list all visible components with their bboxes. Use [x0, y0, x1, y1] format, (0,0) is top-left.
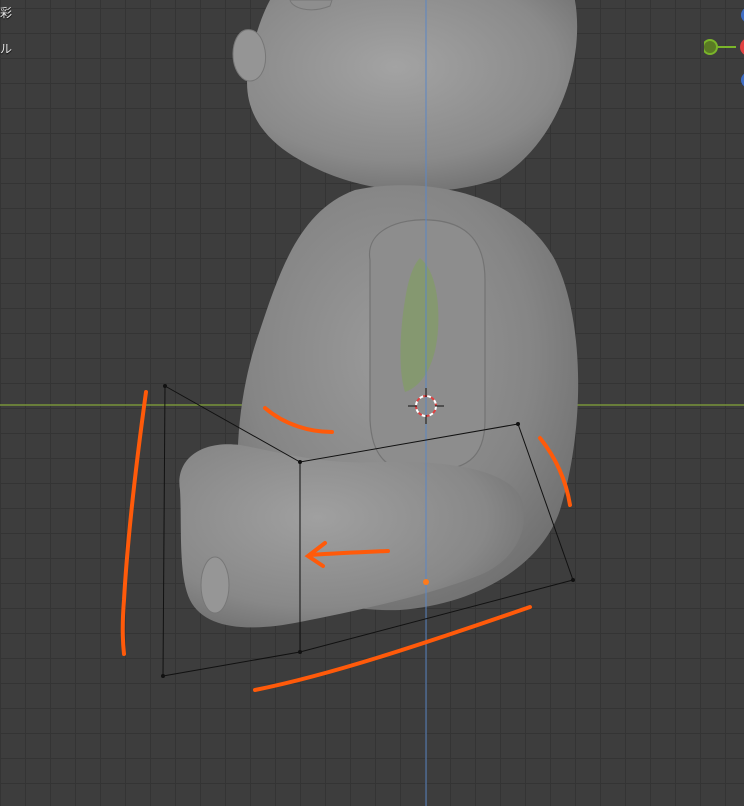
bear-leg: [179, 444, 525, 628]
3d-viewport[interactable]: 彩 ル: [0, 0, 744, 806]
object-origin: [423, 579, 429, 585]
bear-head: [232, 0, 578, 192]
viewport-overlay-text-2: ル: [0, 42, 13, 56]
viewport-overlay-text-1: 彩: [0, 6, 13, 20]
gizmo-x-icon[interactable]: [740, 38, 744, 56]
gizmo-y-icon[interactable]: [704, 39, 718, 55]
viewport-scene: [0, 0, 744, 806]
navigation-gizmo[interactable]: [704, 0, 744, 100]
